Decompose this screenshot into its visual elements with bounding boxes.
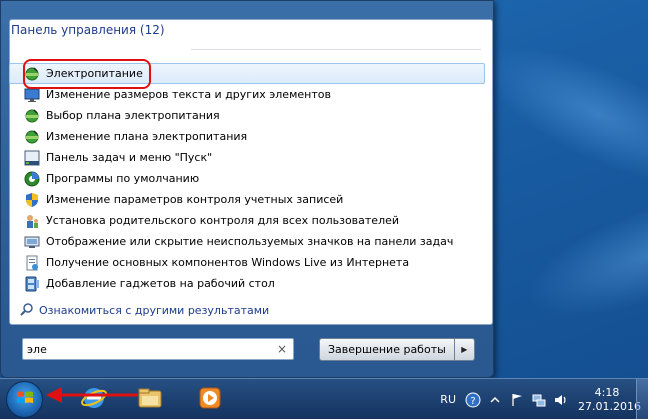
result-label: Изменение плана электропитания [46, 130, 248, 143]
power-options-icon [24, 66, 40, 82]
taskbar-icon [24, 150, 40, 166]
display-icon [24, 87, 40, 103]
result-label: Выбор плана электропитания [46, 109, 220, 122]
system-tray: RU ? 4:18 27.01.2016 [440, 379, 648, 419]
result-item-taskbar-start-menu[interactable]: Панель задач и меню "Пуск" [9, 147, 485, 168]
section-header-control-panel[interactable]: Панель управления (12) [11, 21, 165, 39]
result-item-parental-controls[interactable]: Установка родительского контроля для все… [9, 210, 485, 231]
windows-logo-icon [15, 388, 35, 411]
clear-search-icon[interactable]: × [277, 342, 287, 356]
clock-date: 27.01.2016 [578, 399, 641, 413]
language-indicator[interactable]: RU [440, 393, 456, 406]
svg-text:?: ? [470, 396, 475, 407]
taskbar-pin-media-player[interactable] [184, 381, 236, 418]
result-label: Отображение или скрытие неиспользуемых з… [46, 235, 454, 248]
result-item-desktop-gadgets[interactable]: Добавление гаджетов на рабочий стол [9, 273, 485, 294]
shutdown-button[interactable]: Завершение работы [319, 338, 455, 361]
see-more-results-link[interactable]: Ознакомиться с другими результатами [19, 302, 269, 318]
parental-controls-icon [24, 213, 40, 229]
result-label: Программы по умолчанию [46, 172, 200, 185]
result-item-notification-icons[interactable]: Отображение или скрытие неиспользуемых з… [9, 231, 485, 252]
section-divider [191, 49, 481, 50]
result-label: Установка родительского контроля для все… [46, 214, 400, 227]
section-header-label: Панель управления (12) [11, 23, 165, 37]
search-icon [19, 302, 35, 318]
result-item-text-size[interactable]: Изменение размеров текста и других элеме… [9, 84, 485, 105]
clock-time: 4:18 [594, 385, 620, 399]
volume-icon[interactable] [552, 391, 570, 409]
power-options-icon [24, 108, 40, 124]
start-menu: Панель управления (12) Электропитание Из… [0, 0, 494, 378]
shutdown-label: Завершение работы [328, 343, 446, 356]
result-label: Получение основных компонентов Windows L… [46, 256, 410, 269]
result-item-choose-power-plan[interactable]: Выбор плана электропитания [9, 105, 485, 126]
media-player-icon [196, 384, 224, 415]
gadgets-icon [24, 276, 40, 292]
show-hidden-icons-arrow[interactable] [486, 391, 504, 409]
results-list: Электропитание Изменение размеров текста… [9, 63, 485, 294]
result-label: Изменение размеров текста и других элеме… [46, 88, 331, 101]
result-label: Электропитание [46, 67, 143, 80]
shutdown-group: Завершение работы ▶ [319, 338, 475, 361]
wallpaper-glow [512, 168, 648, 342]
default-programs-icon [24, 171, 40, 187]
windows-live-icon [24, 255, 40, 271]
result-item-default-programs[interactable]: Программы по умолчанию [9, 168, 485, 189]
notification-area-icon [24, 234, 40, 250]
power-options-icon [24, 129, 40, 145]
start-search-box[interactable]: × [22, 338, 294, 360]
result-item-edit-power-plan[interactable]: Изменение плана электропитания [9, 126, 485, 147]
chevron-right-icon: ▶ [461, 345, 468, 354]
clock[interactable]: 4:18 27.01.2016 [578, 385, 641, 414]
result-label: Добавление гаджетов на рабочий стол [46, 277, 275, 290]
search-input[interactable] [27, 342, 267, 356]
show-desktop-button[interactable] [636, 379, 648, 419]
shutdown-options-arrow[interactable]: ▶ [454, 338, 475, 361]
help-icon[interactable]: ? [464, 391, 482, 409]
action-center-flag-icon[interactable] [508, 391, 526, 409]
result-label: Изменение параметров контроля учетных за… [46, 193, 344, 206]
start-button[interactable] [6, 381, 43, 418]
see-more-results-label: Ознакомиться с другими результатами [39, 303, 270, 317]
result-item-windows-live[interactable]: Получение основных компонентов Windows L… [9, 252, 485, 273]
uac-shield-icon [24, 192, 40, 208]
result-label: Панель задач и меню "Пуск" [46, 151, 213, 164]
network-icon[interactable] [530, 391, 548, 409]
result-item-uac-settings[interactable]: Изменение параметров контроля учетных за… [9, 189, 485, 210]
result-item-power-options[interactable]: Электропитание [9, 63, 485, 84]
annotation-arrow [46, 387, 138, 403]
